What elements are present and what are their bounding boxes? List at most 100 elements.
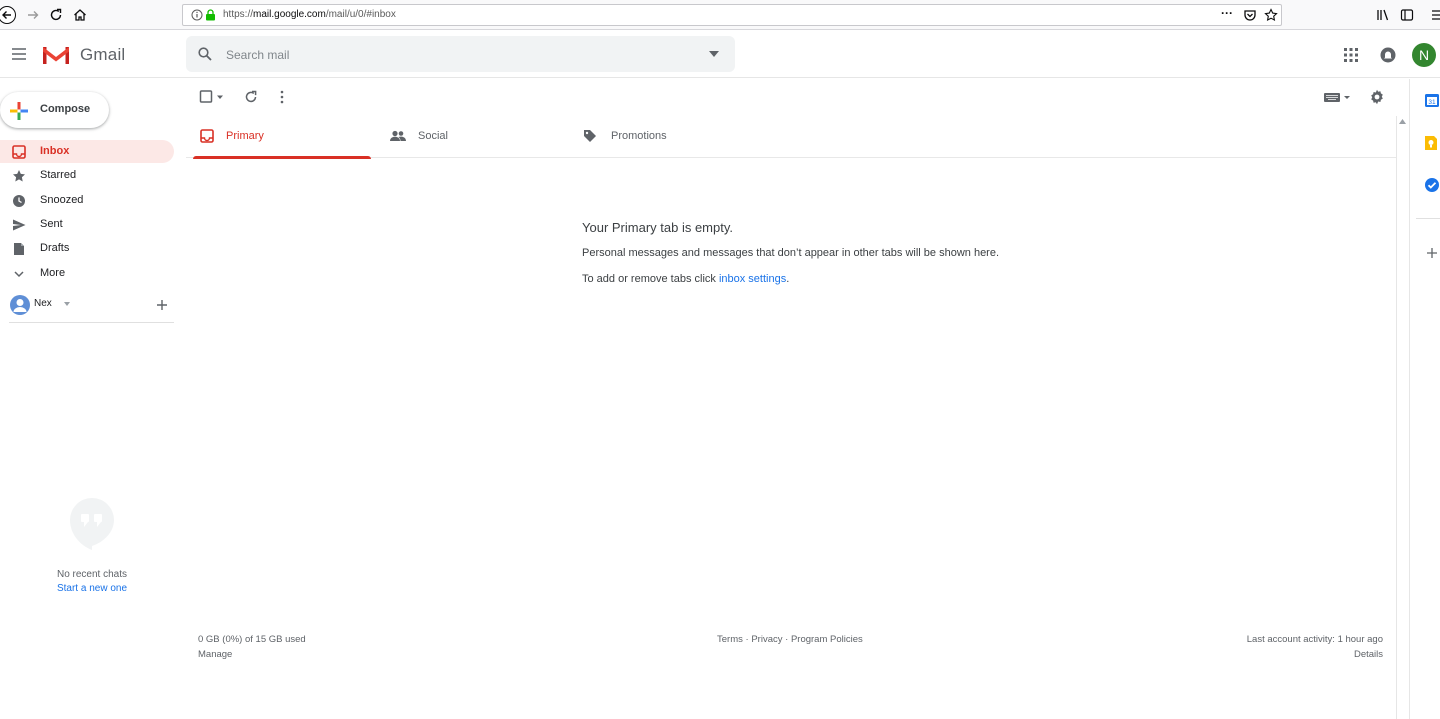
select-all-checkbox[interactable] bbox=[199, 89, 225, 110]
tab-label: Social bbox=[418, 130, 448, 142]
search-input[interactable]: Search mail bbox=[226, 48, 289, 62]
sidebar-item-label: Starred bbox=[40, 169, 77, 181]
sidebar-item-drafts[interactable]: Drafts bbox=[0, 237, 174, 260]
status-dropdown-icon[interactable] bbox=[64, 302, 70, 306]
terms-link[interactable]: Terms bbox=[717, 634, 743, 645]
url-path: /mail/u/0/#inbox bbox=[325, 9, 396, 20]
back-arrow-icon bbox=[0, 6, 16, 24]
sidebar-divider bbox=[9, 322, 174, 323]
sidebar-item-starred[interactable]: Starred bbox=[0, 164, 174, 187]
sidebar-toggle-icon[interactable] bbox=[1400, 8, 1414, 22]
sidebar-item-inbox[interactable]: Inbox bbox=[0, 140, 174, 163]
address-bar[interactable]: https://mail.google.com/mail/u/0/#inbox … bbox=[182, 4, 1282, 26]
bookmark-star-icon[interactable] bbox=[1264, 8, 1278, 22]
tab-primary[interactable]: Primary bbox=[186, 116, 376, 159]
url-text: https://mail.google.com/mail/u/0/#inbox bbox=[223, 9, 396, 20]
page-actions-icon[interactable]: ··· bbox=[1221, 6, 1233, 20]
compose-button[interactable]: Compose bbox=[0, 92, 109, 128]
home-button[interactable] bbox=[69, 4, 91, 26]
tab-label: Promotions bbox=[611, 130, 667, 142]
tasks-icon[interactable] bbox=[1424, 177, 1440, 193]
input-tools-keyboard-icon[interactable] bbox=[1323, 91, 1351, 103]
inbox-settings-link[interactable]: inbox settings bbox=[719, 273, 786, 285]
calendar-icon[interactable]: 31 bbox=[1424, 92, 1440, 108]
refresh-icon[interactable] bbox=[244, 90, 258, 104]
info-icon[interactable] bbox=[191, 9, 203, 21]
browser-menu-icon[interactable] bbox=[1428, 8, 1440, 22]
send-icon bbox=[13, 219, 26, 231]
addons-side-panel: 31 bbox=[1409, 79, 1440, 719]
url-host: mail.google.com bbox=[253, 9, 326, 20]
account-avatar[interactable]: N bbox=[1412, 43, 1436, 67]
home-icon bbox=[74, 9, 86, 21]
category-tabs: Primary Social Promotions bbox=[186, 116, 1396, 159]
empty-state-title: Your Primary tab is empty. bbox=[582, 220, 733, 235]
draft-icon bbox=[14, 243, 24, 255]
main-menu-icon[interactable] bbox=[11, 47, 27, 61]
forward-arrow-icon bbox=[28, 11, 39, 19]
tab-promotions[interactable]: Promotions bbox=[568, 116, 760, 158]
sidebar-item-label: Drafts bbox=[40, 242, 70, 254]
tab-social[interactable]: Social bbox=[376, 116, 568, 158]
more-vert-icon[interactable] bbox=[279, 90, 285, 104]
settings-gear-icon[interactable] bbox=[1369, 89, 1385, 105]
last-activity-text: Last account activity: 1 hour ago bbox=[1246, 634, 1383, 645]
browser-toolbar: https://mail.google.com/mail/u/0/#inbox … bbox=[0, 0, 1440, 30]
hangouts-user-name: Nex bbox=[34, 298, 52, 309]
tag-icon bbox=[584, 130, 596, 142]
scroll-up-arrow-icon[interactable] bbox=[1399, 119, 1406, 124]
sidebar-item-more[interactable]: More bbox=[0, 262, 174, 285]
lock-icon[interactable] bbox=[205, 9, 216, 21]
gmail-wordmark[interactable]: Gmail bbox=[80, 45, 125, 65]
manage-storage-link[interactable]: Manage bbox=[198, 649, 232, 660]
privacy-link[interactable]: Privacy bbox=[751, 634, 782, 645]
active-tab-indicator bbox=[193, 156, 371, 159]
url-scheme: https:// bbox=[223, 9, 254, 20]
sidebar-item-label: More bbox=[40, 267, 66, 279]
back-button[interactable] bbox=[0, 4, 18, 26]
hint-period: . bbox=[786, 273, 790, 285]
gmail-logo-icon[interactable] bbox=[41, 44, 71, 66]
checkbox-icon bbox=[199, 90, 223, 103]
chevron-down-icon bbox=[14, 271, 24, 278]
compose-label: Compose bbox=[40, 103, 91, 115]
notifications-bell-icon[interactable] bbox=[1380, 47, 1396, 63]
activity-details-link[interactable]: Details bbox=[1354, 649, 1383, 660]
hangouts-quote-bubble-icon bbox=[70, 498, 114, 550]
empty-state-description: Personal messages and messages that don’… bbox=[582, 247, 1000, 259]
start-new-chat-link[interactable]: Start a new one bbox=[0, 583, 184, 594]
apps-grid-icon[interactable] bbox=[1344, 48, 1358, 62]
footer-links: Terms · Privacy · Program Policies bbox=[717, 634, 863, 645]
sidebar-item-label: Inbox bbox=[40, 145, 70, 157]
search-icon[interactable] bbox=[198, 47, 212, 61]
side-panel-divider bbox=[1416, 218, 1440, 219]
sidebar-item-snoozed[interactable]: Snoozed bbox=[0, 189, 174, 212]
tab-label: Primary bbox=[226, 130, 264, 142]
main-scrollbar[interactable] bbox=[1396, 116, 1408, 719]
inbox-icon bbox=[12, 145, 26, 159]
search-box[interactable]: Search mail bbox=[186, 36, 735, 72]
reload-button[interactable] bbox=[45, 4, 67, 26]
get-addons-plus-icon[interactable] bbox=[1427, 248, 1437, 258]
footer-separator: · bbox=[782, 634, 791, 645]
new-conversation-plus-icon[interactable] bbox=[157, 300, 167, 310]
star-icon bbox=[13, 170, 25, 182]
search-options-dropdown-icon[interactable] bbox=[709, 51, 719, 57]
program-policies-link[interactable]: Program Policies bbox=[791, 634, 863, 645]
compose-plus-icon bbox=[10, 102, 28, 120]
hangouts-avatar-icon bbox=[10, 295, 30, 315]
sidebar-item-label: Snoozed bbox=[40, 194, 84, 206]
library-icon[interactable] bbox=[1376, 8, 1390, 22]
pocket-icon[interactable] bbox=[1243, 8, 1257, 22]
reload-icon bbox=[50, 8, 62, 21]
inbox-icon bbox=[200, 129, 214, 143]
keep-icon[interactable] bbox=[1424, 135, 1438, 151]
forward-button[interactable] bbox=[22, 4, 44, 26]
hangouts-user-row[interactable]: Nex bbox=[0, 292, 184, 316]
sidebar-item-label: Sent bbox=[40, 218, 63, 230]
empty-state-settings-hint: To add or remove tabs click inbox settin… bbox=[582, 273, 789, 285]
sidebar-item-sent[interactable]: Sent bbox=[0, 213, 174, 236]
hint-text: To add or remove tabs click bbox=[582, 273, 719, 285]
gmail-header: Gmail Search mail N bbox=[0, 30, 1440, 78]
no-recent-chats-text: No recent chats bbox=[56, 569, 128, 580]
